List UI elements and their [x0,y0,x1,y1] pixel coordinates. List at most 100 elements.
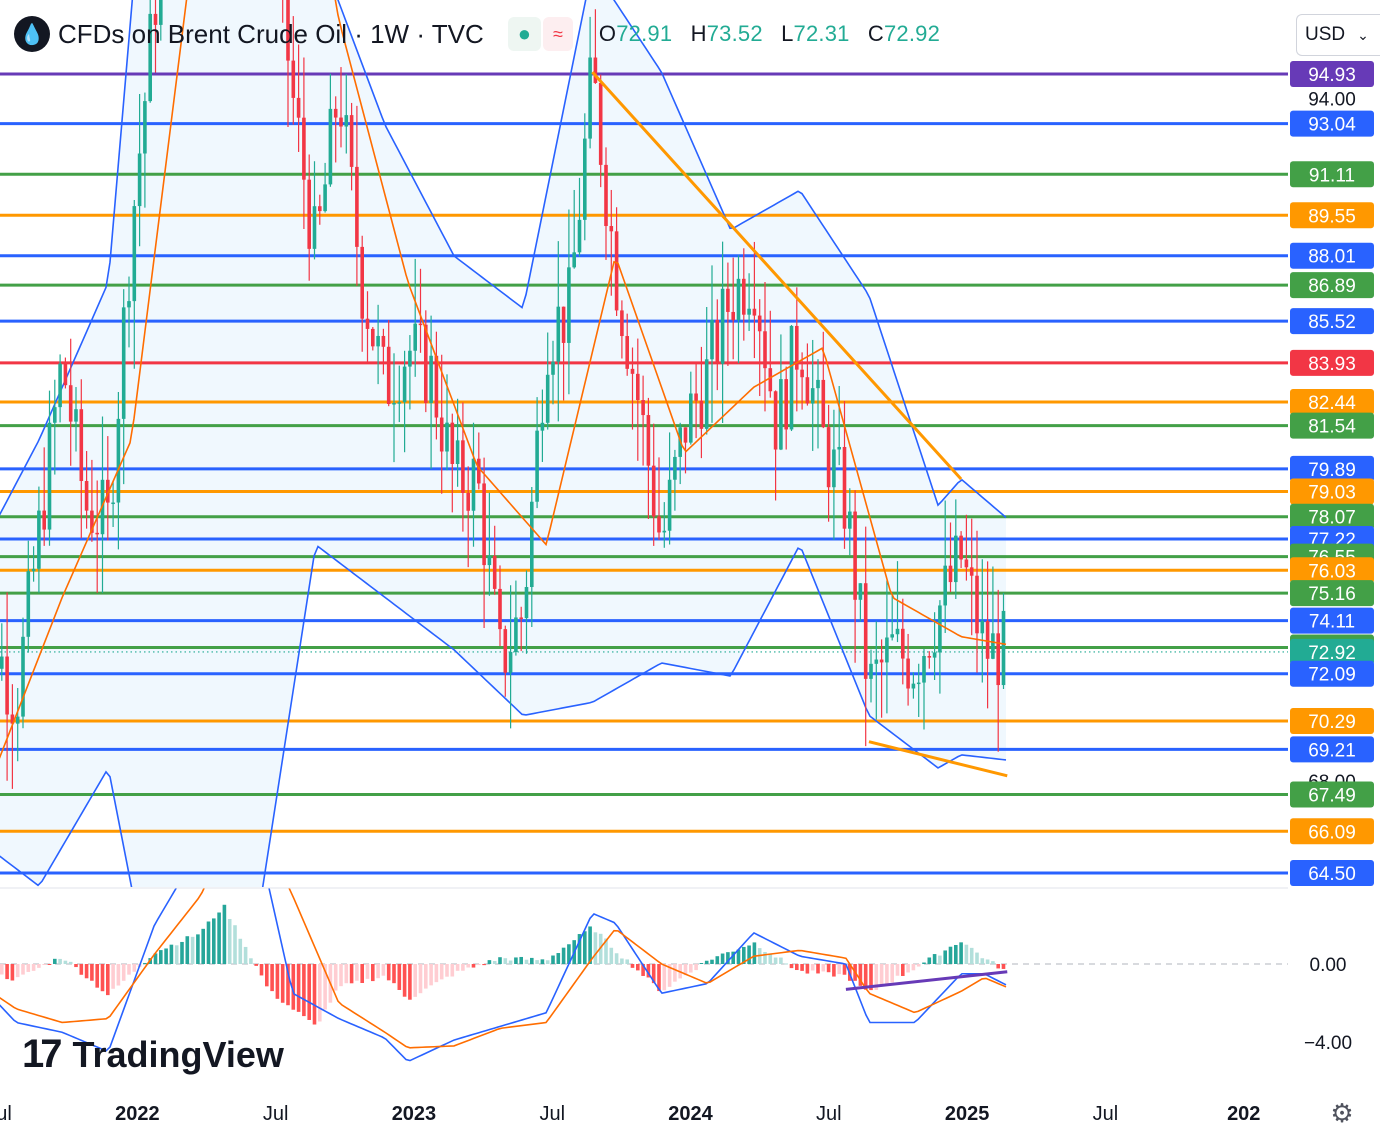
macd-histogram-bar [111,964,115,989]
macd-histogram-bar [450,964,455,977]
macd-histogram-bar [779,957,783,964]
candle-down [339,117,343,127]
macd-histogram-bar [826,964,831,973]
macd-histogram-bar [821,964,826,972]
candle-down [683,427,688,443]
candle-up [943,565,947,606]
candle-down [461,440,465,493]
candle-up [567,267,571,343]
candle-up [980,621,985,634]
macd-histogram-bar [243,946,248,964]
candle-up [810,388,815,404]
macd-histogram-bar [673,964,677,982]
candle-down [826,427,831,488]
chart-title[interactable]: CFDs on Brent Crude Oil · 1W · TVC [58,19,484,50]
candle-down [63,363,68,386]
macd-histogram-bar [296,964,301,1012]
macd-histogram-bar [694,964,698,971]
candle-down [365,318,370,329]
price-level-label: 88.01 [1308,247,1356,268]
candle-up [911,683,916,689]
candle-down [763,331,767,369]
macd-histogram-bar [10,964,15,981]
macd-histogram-bar [911,964,916,971]
macd-histogram-bar [344,964,349,984]
candle-up [397,402,402,404]
macd-histogram-bar [26,964,31,972]
macd-histogram-bar [583,931,587,964]
candle-up [673,456,677,480]
high-label: H [690,21,707,46]
macd-histogram-bar [498,957,502,964]
price-level-label: 64.50 [1308,864,1356,885]
candle-up [869,663,873,679]
candle-down [969,567,974,576]
macd-histogram-bar [503,958,508,964]
macd-histogram-bar [63,960,68,964]
candle-up [577,219,582,253]
currency-select[interactable]: USD ⌄ [1296,14,1380,56]
dot-icon[interactable]: ● [507,17,542,51]
macd-histogram-bar [561,947,566,964]
macd-histogram-bar [333,964,338,991]
candle-down [5,656,9,715]
candle-down [800,369,804,378]
macd-histogram-bar [466,964,470,968]
macd-histogram-bar [275,964,280,999]
candle-down [694,393,698,401]
macd-histogram-bar [302,964,306,1017]
candle-down [492,555,497,589]
macd-histogram-bar [477,964,481,966]
candle-down [434,355,439,418]
macd-histogram-bar [964,944,969,964]
macd-histogram-bar [524,959,529,964]
candle-down [371,328,375,347]
macd-histogram-bar [445,964,449,977]
macd-histogram-bar [720,953,725,964]
macd-histogram-bar [556,953,561,964]
chart-header: 💧 CFDs on Brent Crude Oil · 1W · TVC ● ≈… [14,12,952,56]
macd-histogram-bar [975,952,979,964]
macd-histogram-bar [196,934,200,964]
candle-up [328,108,333,185]
macd-histogram-bar [832,964,836,977]
tradingview-logo[interactable]: 17 TradingView [22,1032,284,1077]
candle-down [853,511,857,600]
macd-histogram-bar [630,964,635,968]
wave-icon[interactable]: ≈ [543,17,573,51]
gear-icon[interactable]: ⚙ [1327,1098,1357,1128]
macd-histogram-bar [890,964,894,983]
candle-up [816,379,820,389]
low-label: L [781,21,794,46]
macd-histogram-bar [747,945,751,964]
high-value: 73.52 [706,21,763,46]
macd-tick-label: 0.00 [1310,955,1347,976]
candle-up [127,301,131,308]
candle-up [556,306,561,362]
macd-histogram-bar [360,964,364,983]
chart-canvas[interactable]: 94.0068.0094.9393.0491.1189.5588.0186.89… [0,0,1380,1133]
candle-down [879,659,884,663]
candle-up [455,440,460,464]
candle-down [985,621,990,659]
candle-down [773,391,778,450]
indicator-status[interactable]: ● ≈ [507,17,573,51]
macd-histogram-bar [625,959,629,964]
candle-down [625,336,629,369]
time-tick-label: 2022 [115,1103,160,1125]
macd-histogram-bar [280,964,285,1003]
candle-up [736,278,741,321]
macd-histogram-bar [704,960,709,964]
time-tick-label: Jul [539,1103,565,1125]
macd-histogram-bar [106,964,110,996]
price-level-label: 91.11 [1309,165,1355,186]
price-level-label: 70.29 [1308,712,1356,733]
macd-histogram-bar [689,964,693,973]
macd-histogram-bar [143,962,147,964]
macd-histogram-bar [249,958,253,964]
candle-down [805,377,810,404]
candle-down [742,278,746,315]
macd-histogram-bar [455,964,460,971]
candle-up [572,252,576,268]
macd-histogram-bar [169,944,174,964]
